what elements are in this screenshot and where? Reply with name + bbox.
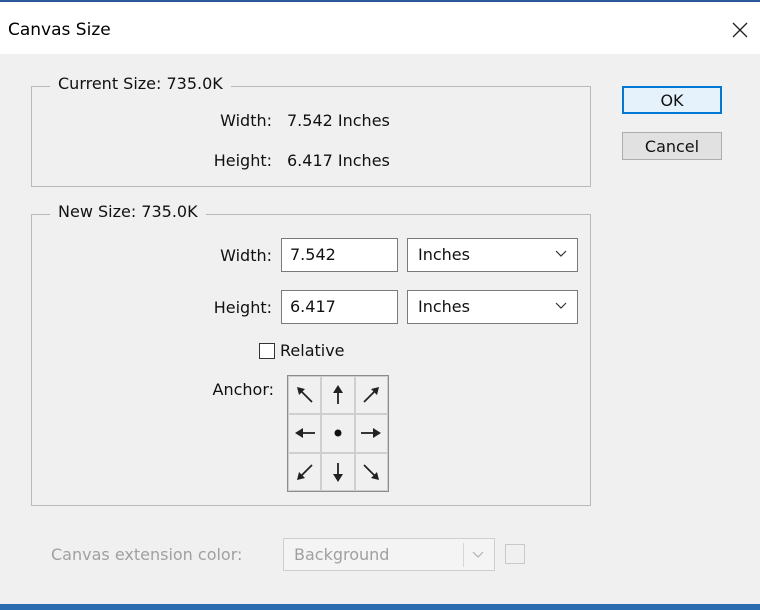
arrow-s-icon: [332, 462, 343, 482]
relative-checkbox[interactable]: [259, 343, 275, 359]
current-size-group: Current Size: 735.0K: [31, 74, 591, 187]
anchor-top-left[interactable]: [288, 376, 322, 415]
height-input[interactable]: 6.417: [281, 290, 398, 324]
new-height-label: Height:: [213, 298, 272, 317]
height-unit-select[interactable]: Inches: [407, 290, 578, 324]
window-bottom-border: [0, 604, 760, 610]
new-width-label: Width:: [220, 246, 272, 265]
extension-color-swatch[interactable]: [505, 544, 525, 564]
arrow-se-icon: [363, 464, 380, 480]
anchor-top[interactable]: [321, 376, 355, 415]
ok-button[interactable]: OK: [622, 86, 722, 114]
close-icon: [732, 22, 748, 38]
anchor-center[interactable]: [321, 414, 355, 453]
current-size-legend: Current Size: 735.0K: [50, 74, 231, 93]
anchor-bottom-right[interactable]: [354, 452, 388, 491]
anchor-right[interactable]: [354, 414, 388, 453]
arrow-ne-icon: [363, 387, 380, 403]
extension-color-select[interactable]: Background: [283, 538, 495, 571]
anchor-bottom-left[interactable]: [288, 452, 322, 491]
anchor-top-right[interactable]: [354, 376, 388, 415]
current-width-label: Width:: [220, 111, 272, 130]
arrow-sw-icon: [296, 464, 313, 480]
extension-color-label: Canvas extension color:: [51, 545, 243, 564]
width-input[interactable]: 7.542: [281, 238, 398, 272]
arrow-e-icon: [361, 428, 382, 439]
width-unit-select[interactable]: Inches: [407, 238, 578, 272]
new-size-legend: New Size: 735.0K: [50, 202, 206, 221]
anchor-grid: [287, 375, 389, 492]
arrow-nw-icon: [296, 387, 313, 403]
window-title: Canvas Size: [8, 20, 111, 40]
current-width-value: 7.542 Inches: [287, 111, 390, 130]
width-unit-value: Inches: [418, 245, 470, 264]
anchor-bottom[interactable]: [321, 452, 355, 491]
extension-color-value: Background: [294, 545, 390, 564]
chevron-down-icon: [472, 551, 484, 558]
select-divider: [463, 543, 464, 567]
current-height-label: Height:: [213, 151, 272, 170]
chevron-down-icon: [555, 250, 567, 257]
center-dot-icon: [334, 429, 342, 437]
anchor-left[interactable]: [288, 414, 322, 453]
title-bar: Canvas Size: [0, 2, 760, 54]
chevron-down-icon: [555, 302, 567, 309]
arrow-w-icon: [294, 428, 315, 439]
height-unit-value: Inches: [418, 297, 470, 316]
arrow-n-icon: [332, 385, 343, 405]
canvas-size-dialog: Canvas Size Current Size: 735.0K Width: …: [0, 0, 760, 610]
relative-label[interactable]: Relative: [280, 341, 345, 360]
close-button[interactable]: [726, 16, 754, 44]
current-height-value: 6.417 Inches: [287, 151, 390, 170]
anchor-label: Anchor:: [212, 380, 275, 399]
cancel-button[interactable]: Cancel: [622, 132, 722, 160]
